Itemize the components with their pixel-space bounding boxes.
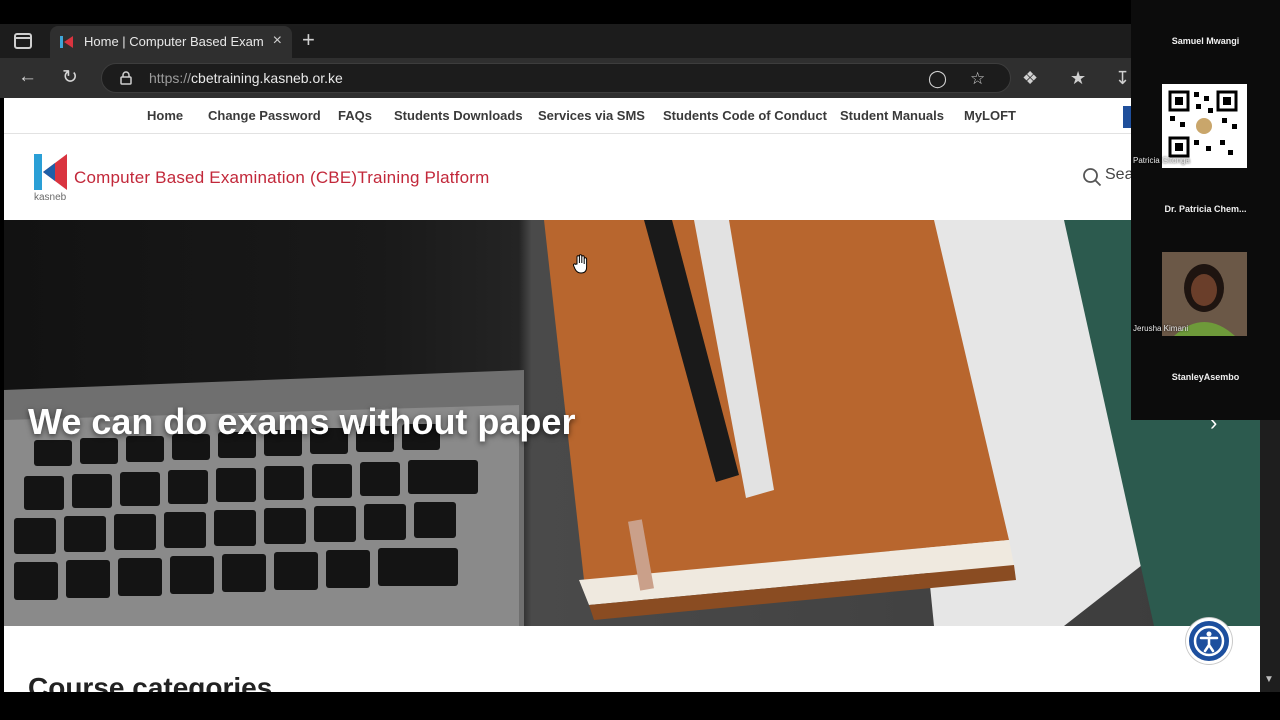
address-bar[interactable]: https://cbetraining.kasneb.or.ke ◯ ☆ — [101, 63, 1011, 93]
hero-slider: We can do exams without paper › — [4, 220, 1260, 626]
browser-toolbar: ← ↻ https://cbetraining.kasneb.or.ke ◯ ☆… — [0, 58, 1131, 98]
participant-name-3: Dr. Patricia Chem... — [1164, 204, 1247, 214]
favorite-star-icon[interactable]: ☆ — [970, 69, 985, 89]
tab-close-icon[interactable]: × — [273, 32, 282, 50]
top-navigation: Home Change Password FAQs Students Downl… — [4, 98, 1260, 134]
browser-tab-bar: Home | Computer Based Examinat × + — [0, 24, 1131, 58]
section-title: Course categories — [28, 672, 273, 692]
nav-change-password[interactable]: Change Password — [208, 108, 321, 123]
lock-icon — [120, 71, 132, 85]
tab-actions-icon[interactable] — [14, 33, 32, 49]
nav-services-via-sms[interactable]: Services via SMS — [538, 108, 645, 123]
page-scrollbar[interactable] — [1260, 420, 1280, 692]
refresh-icon[interactable]: ↻ — [62, 66, 78, 89]
extensions-icon[interactable]: ❖ — [1022, 68, 1038, 89]
url-host: cbetraining.kasneb.or.ke — [191, 70, 343, 86]
logo-wordmark: kasneb — [34, 192, 67, 203]
hero-caption: We can do exams without paper — [28, 401, 576, 442]
meeting-participants-panel: Samuel Mwangi Patricia Gitonga Dr. Patri… — [1131, 0, 1280, 420]
new-tab-button[interactable]: + — [302, 28, 315, 52]
participant-name-5: StanleyAsembo — [1171, 372, 1240, 382]
tab-title: Home | Computer Based Examinat — [84, 34, 264, 49]
nav-students-downloads[interactable]: Students Downloads — [394, 108, 523, 123]
website-viewport: Home Change Password FAQs Students Downl… — [4, 98, 1260, 692]
kasneb-favicon-icon — [60, 36, 73, 48]
participant-overlay-name-4: Jerusha Kimani — [1133, 324, 1189, 333]
search-label[interactable]: Sea — [1105, 166, 1133, 184]
browser-tab[interactable]: Home | Computer Based Examinat × — [50, 26, 292, 58]
nav-myloft[interactable]: MyLOFT — [964, 108, 1016, 123]
site-header: kasneb Computer Based Examination (CBE)T… — [4, 134, 1260, 220]
scroll-down-arrow-icon[interactable]: ▼ — [1264, 674, 1274, 685]
nav-faqs[interactable]: FAQs — [338, 108, 372, 123]
platform-title: Computer Based Examination (CBE)Training… — [74, 168, 490, 187]
nav-home[interactable]: Home — [147, 108, 183, 123]
downloads-icon[interactable]: ↧ — [1115, 68, 1130, 89]
accessibility-icon — [1193, 625, 1225, 657]
nav-students-code-of-conduct[interactable]: Students Code of Conduct — [663, 108, 827, 123]
url-text: https://cbetraining.kasneb.or.ke — [149, 70, 343, 86]
favorites-icon[interactable]: ★ — [1070, 68, 1086, 89]
hand-cursor-icon — [572, 254, 588, 274]
nav-student-manuals[interactable]: Student Manuals — [840, 108, 944, 123]
reading-mode-icon[interactable]: ◯ — [928, 69, 947, 89]
search-icon[interactable] — [1082, 167, 1102, 187]
url-protocol: https:// — [149, 70, 192, 86]
accessibility-button[interactable] — [1186, 618, 1232, 664]
back-arrow-icon[interactable]: ← — [18, 66, 37, 88]
participant-overlay-name-2: Patricia Gitonga — [1133, 156, 1190, 165]
participant-name-1: Samuel Mwangi — [1171, 36, 1240, 46]
